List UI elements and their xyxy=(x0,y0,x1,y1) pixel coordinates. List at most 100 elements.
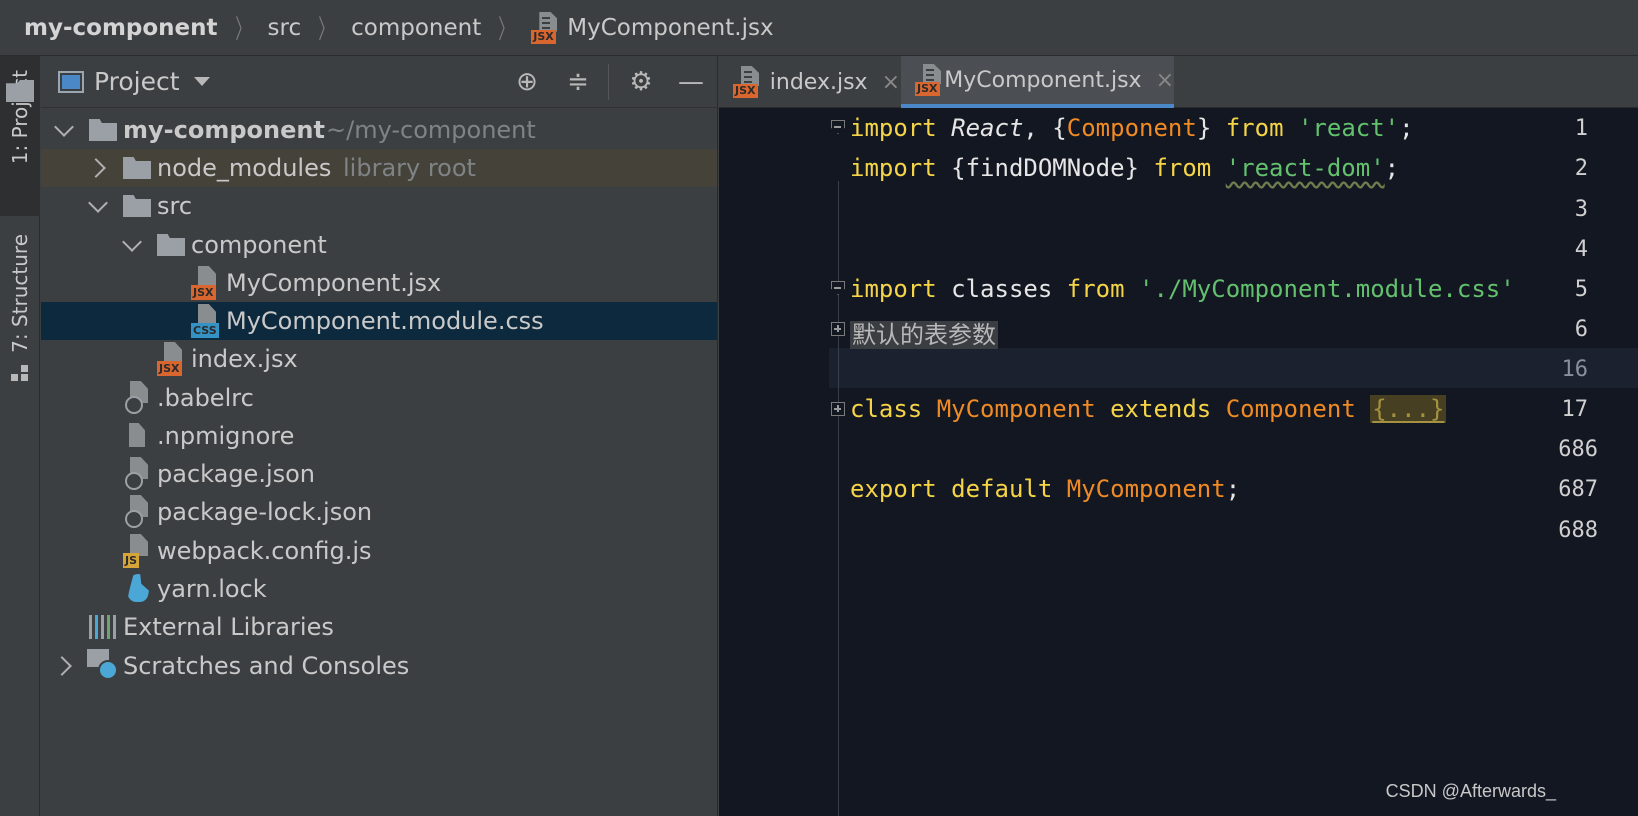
tab-mycomponent-jsx[interactable]: JSX MyComponent.jsx × xyxy=(901,56,1174,108)
folder-icon xyxy=(123,195,151,217)
breadcrumb-component[interactable]: component xyxy=(351,15,481,41)
src-folder-name: src xyxy=(157,192,193,220)
tree-row-scratches[interactable]: Scratches and Consoles xyxy=(41,647,717,685)
breadcrumb: my-component 〉 src 〉 component 〉 JSX MyC… xyxy=(0,0,1638,56)
tab-structure-tool[interactable]: 7: Structure xyxy=(0,234,40,384)
jsx-file-icon: JSX xyxy=(155,342,187,376)
tab-label: MyComponent.jsx xyxy=(944,67,1142,93)
tree-row-npmignore[interactable]: .npmignore xyxy=(41,417,717,455)
chevron-down-icon[interactable] xyxy=(88,193,108,213)
chevron-right-icon[interactable] xyxy=(86,158,106,178)
collapse-all-icon[interactable]: ≑ xyxy=(562,66,594,98)
minimize-icon[interactable]: — xyxy=(675,66,707,98)
line-number: 5 xyxy=(1574,277,1588,302)
folder-icon xyxy=(89,119,117,141)
file-name: yarn.lock xyxy=(157,575,267,603)
tree-row-babelrc[interactable]: .babelrc xyxy=(41,379,717,417)
header-divider xyxy=(608,64,609,100)
locate-file-icon[interactable]: ⊕ xyxy=(511,66,543,98)
external-libraries-label: External Libraries xyxy=(123,613,334,641)
tree-row-package-json[interactable]: package.json xyxy=(41,455,717,493)
tree-row-mycomponent-css[interactable]: CSS MyComponent.module.css xyxy=(41,302,717,340)
code-line-2[interactable]: import {findDOMNode} from 'react-dom'; xyxy=(850,154,1399,182)
js-file-icon: JS xyxy=(121,534,153,568)
library-icon xyxy=(89,615,117,639)
library-root-hint: library root xyxy=(343,154,476,182)
node-modules-name: node_modules xyxy=(157,154,332,182)
line-number: 687 xyxy=(1558,477,1598,502)
tree-row-node-modules[interactable]: node_modules library root xyxy=(41,149,717,187)
jsx-file-icon: JSX xyxy=(189,266,221,300)
file-name: .npmignore xyxy=(157,422,295,450)
breadcrumb-project[interactable]: my-component xyxy=(24,15,218,41)
yarn-icon xyxy=(121,572,153,606)
tree-row-component[interactable]: component xyxy=(41,226,717,264)
line-number: 17 xyxy=(1561,397,1589,422)
breadcrumb-separator: 〉 xyxy=(234,15,251,45)
gear-icon[interactable]: ⚙ xyxy=(625,66,657,98)
line-number: 6 xyxy=(1574,317,1588,342)
chevron-down-icon[interactable] xyxy=(122,232,142,252)
close-icon[interactable]: × xyxy=(1156,68,1174,93)
file-name: MyComponent.jsx xyxy=(226,269,442,297)
collapsed-block[interactable]: {...} xyxy=(1370,395,1447,423)
folder-icon xyxy=(123,157,151,179)
jsx-file-icon: JSX xyxy=(531,11,561,44)
tree-row-mycomponent-jsx[interactable]: JSX MyComponent.jsx xyxy=(41,264,717,302)
code-editor: JSX index.jsx × JSX MyComponent.jsx × 1 … xyxy=(719,56,1638,816)
line-number: 1 xyxy=(1574,116,1588,141)
line-number: 686 xyxy=(1558,437,1598,462)
breadcrumb-file[interactable]: MyComponent.jsx xyxy=(567,15,773,41)
tree-row-package-lock[interactable]: package-lock.json xyxy=(41,493,717,531)
scratches-label: Scratches and Consoles xyxy=(123,652,410,680)
code-line-6[interactable]: 默认的表参数 xyxy=(850,315,998,350)
file-name: MyComponent.module.css xyxy=(226,307,544,335)
breadcrumb-separator: 〉 xyxy=(498,15,515,45)
tree-row-root[interactable]: my-component ~/my-component xyxy=(41,111,717,149)
file-name: index.jsx xyxy=(191,345,298,373)
tab-project-tool[interactable]: 1: Project xyxy=(0,56,40,216)
chevron-right-icon[interactable] xyxy=(52,656,72,676)
code-line-687[interactable]: export default MyComponent; xyxy=(850,475,1240,503)
line-number-gutter xyxy=(719,108,829,816)
breadcrumb-separator: 〉 xyxy=(318,15,334,45)
current-line-highlight xyxy=(719,348,1638,388)
close-icon[interactable]: × xyxy=(882,70,900,95)
project-panel-header: Project ⊕ ≑ ⚙ — xyxy=(41,56,717,108)
chevron-down-icon[interactable] xyxy=(54,117,74,137)
root-folder-name: my-component xyxy=(123,116,325,144)
line-number: 2 xyxy=(1574,156,1588,181)
tree-row-src[interactable]: src xyxy=(41,187,717,225)
file-name: .babelrc xyxy=(157,384,254,412)
line-number: 3 xyxy=(1574,197,1588,222)
file-name: package-lock.json xyxy=(157,498,373,526)
scratches-icon xyxy=(87,649,119,681)
project-view-icon xyxy=(58,70,84,93)
css-file-icon: CSS xyxy=(189,304,221,338)
folder-icon xyxy=(157,234,185,256)
fold-collapse-icon[interactable] xyxy=(831,120,845,134)
tree-row-index-jsx[interactable]: JSX index.jsx xyxy=(41,340,717,378)
breadcrumb-src[interactable]: src xyxy=(268,15,302,41)
fold-expand-icon[interactable] xyxy=(831,322,845,336)
fold-collapse-icon[interactable] xyxy=(831,281,845,295)
structure-icon xyxy=(11,363,29,381)
line-number: 16 xyxy=(1561,357,1589,382)
jsx-file-icon: JSX xyxy=(915,64,941,96)
tree-row-yarn-lock[interactable]: yarn.lock xyxy=(41,570,717,608)
tree-row-webpack-config[interactable]: JS webpack.config.js xyxy=(41,532,717,570)
json-file-icon xyxy=(121,495,153,529)
fold-expand-icon[interactable] xyxy=(831,402,845,416)
code-line-1[interactable]: import React, {Component} from 'react'; xyxy=(850,114,1414,142)
project-view-title[interactable]: Project xyxy=(94,67,180,96)
tab-index-jsx[interactable]: JSX index.jsx × xyxy=(719,56,900,108)
indent-guide xyxy=(838,181,839,816)
component-folder-name: component xyxy=(191,231,327,259)
folded-region[interactable]: 默认的表参数 xyxy=(850,321,998,349)
code-line-5[interactable]: import classes from './MyComponent.modul… xyxy=(850,275,1515,303)
chevron-down-icon[interactable] xyxy=(193,77,210,86)
tree-row-external-libraries[interactable]: External Libraries xyxy=(41,608,717,646)
line-number: 688 xyxy=(1558,518,1598,543)
code-line-17[interactable]: class MyComponent extends Component {...… xyxy=(850,395,1447,423)
project-panel: Project ⊕ ≑ ⚙ — my-component ~/my-compon… xyxy=(41,56,718,816)
